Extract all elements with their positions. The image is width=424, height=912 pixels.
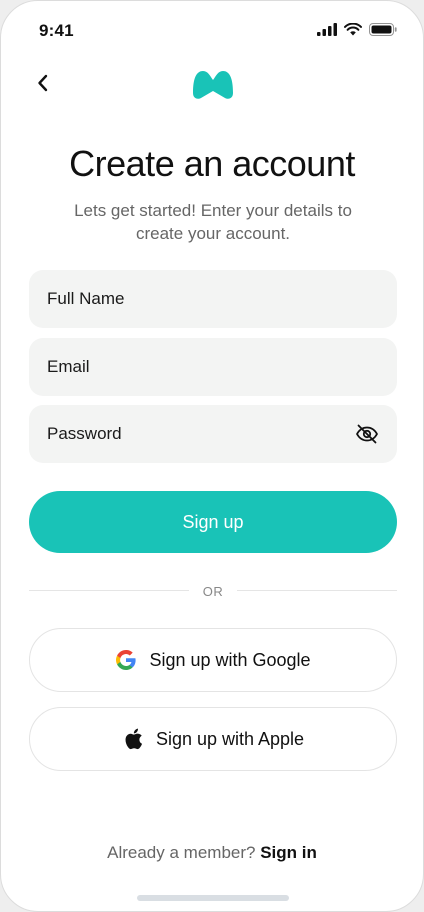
email-field-container: [29, 338, 397, 396]
full-name-field[interactable]: [29, 270, 397, 328]
app-screen: 9:41 Create an account Lets get started!…: [0, 0, 424, 912]
google-signup-label: Sign up with Google: [149, 649, 311, 670]
or-divider: OR: [29, 581, 397, 601]
full-name-field-container: [29, 270, 397, 328]
password-field[interactable]: [29, 405, 397, 463]
eye-off-icon[interactable]: [355, 422, 379, 446]
divider-line-right: [237, 590, 397, 591]
google-icon: [115, 649, 137, 671]
signin-prompt: Already a member? Sign in: [1, 843, 423, 863]
home-indicator: [137, 895, 289, 901]
status-icons: [317, 23, 397, 36]
back-button[interactable]: [29, 69, 57, 97]
brand-logo: [193, 71, 233, 100]
sign-up-button[interactable]: Sign up: [29, 491, 397, 553]
signin-prompt-text: Already a member?: [107, 843, 256, 862]
email-field[interactable]: [29, 338, 397, 396]
apple-signup-button[interactable]: Sign up with Apple: [29, 707, 397, 771]
page-subtitle: Lets get started! Enter your details to …: [74, 201, 352, 243]
battery-icon: [369, 23, 397, 36]
apple-signup-label: Sign up with Apple: [155, 728, 305, 749]
google-signup-button[interactable]: Sign up with Google: [29, 628, 397, 692]
sign-in-link[interactable]: Sign in: [260, 843, 317, 862]
signal-icon: [317, 23, 337, 36]
divider-text: OR: [202, 584, 224, 599]
chevron-left-icon: [38, 74, 48, 92]
status-bar: 9:41: [1, 1, 423, 59]
page-title: Create an account: [69, 143, 355, 184]
wifi-icon: [344, 23, 362, 36]
password-field-container: [29, 405, 397, 463]
apple-icon: [122, 728, 144, 750]
status-time: 9:41: [39, 21, 74, 40]
